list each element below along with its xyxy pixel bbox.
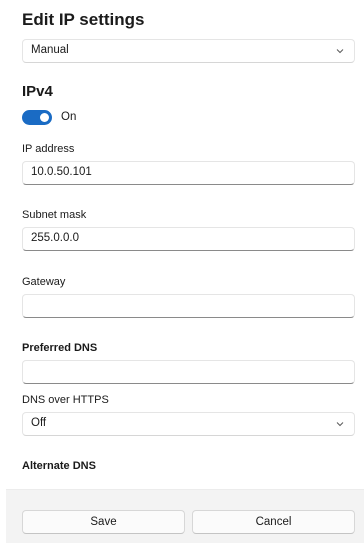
chevron-down-icon [336,422,344,427]
toggle-knob [40,113,49,122]
ipv4-toggle-label: On [61,111,77,123]
ip-mode-dropdown[interactable]: Manual [22,39,355,63]
dns-over-https-selected: Off [31,417,47,429]
gateway-label: Gateway [22,276,66,288]
ipv4-section-title: IPv4 [22,83,53,100]
chevron-down-icon [336,49,344,54]
alternate-dns-label: Alternate DNS [22,460,96,472]
dialog-footer: Save Cancel [6,489,364,543]
dns-over-https-label: DNS over HTTPS [22,394,109,406]
ipv4-toggle[interactable] [22,110,52,125]
subnet-mask-value: 255.0.0.0 [31,232,79,244]
ip-mode-selected: Manual [31,44,69,56]
subnet-mask-input[interactable]: 255.0.0.0 [22,227,355,251]
dns-over-https-dropdown[interactable]: Off [22,412,355,436]
dialog-title: Edit IP settings [22,10,145,29]
preferred-dns-input[interactable] [22,360,355,384]
ip-address-value: 10.0.50.101 [31,166,92,178]
cancel-button[interactable]: Cancel [192,510,355,534]
preferred-dns-label: Preferred DNS [22,342,98,354]
gateway-input[interactable] [22,294,355,318]
ip-address-label: IP address [22,143,75,155]
save-button[interactable]: Save [22,510,185,534]
subnet-mask-label: Subnet mask [22,209,87,221]
ip-address-input[interactable]: 10.0.50.101 [22,161,355,185]
